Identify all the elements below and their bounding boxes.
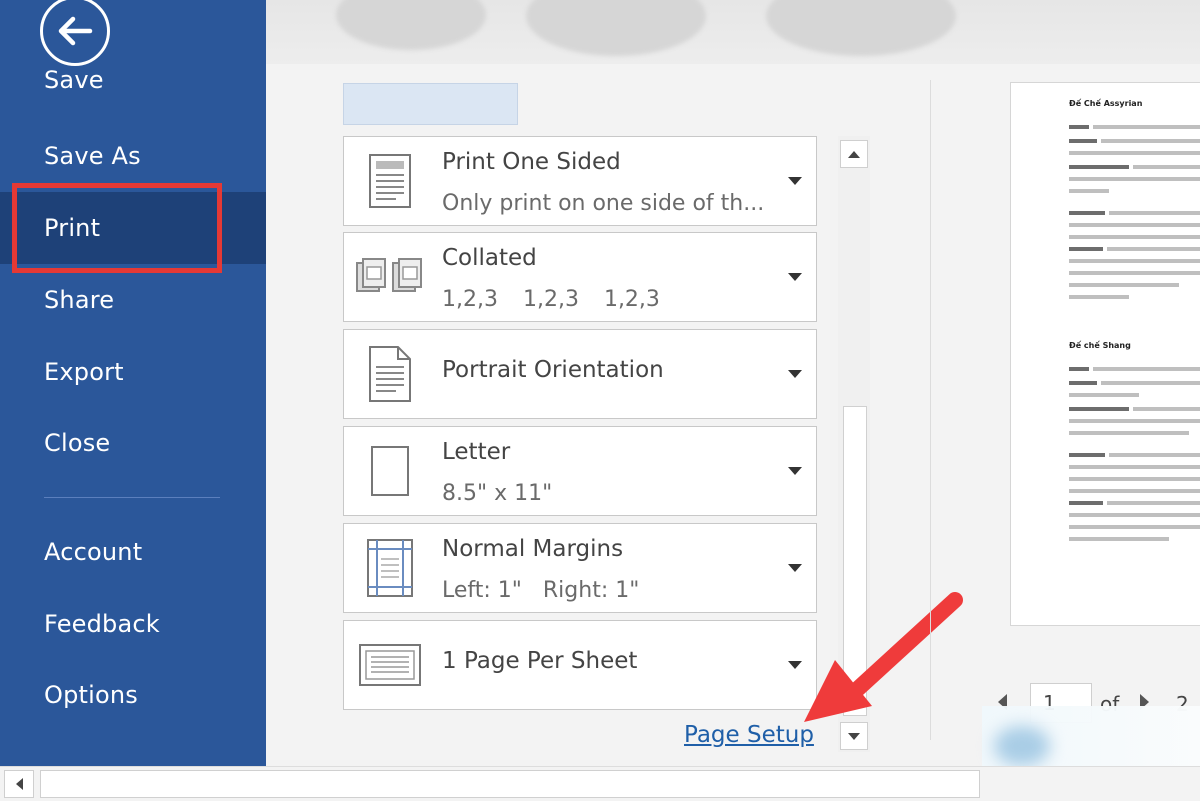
sidebar-item-options[interactable]: Options [0, 665, 266, 725]
setting-pages-per-sheet[interactable]: 1 Page Per Sheet [343, 620, 817, 710]
back-arrow-icon [58, 16, 93, 46]
sidebar-divider [44, 497, 220, 498]
sidebar-item-label: Options [44, 681, 139, 709]
setting-title: Collated [442, 245, 537, 271]
setting-title: Portrait Orientation [442, 357, 664, 383]
setting-subtitle: Only print on one side of th... [442, 191, 765, 216]
sidebar-item-account[interactable]: Account [0, 522, 266, 582]
sidebar-item-feedback[interactable]: Feedback [0, 594, 266, 654]
sidebar-item-label: Account [44, 538, 143, 566]
print-preview-page: Đế Chế Assyrian Đế chế Shang [1010, 82, 1200, 626]
scroll-up-button[interactable] [840, 140, 868, 168]
one-sided-page-icon [352, 149, 428, 213]
setting-subtitle: 8.5" x 11" [442, 481, 553, 506]
page-setup-link[interactable]: Page Setup [684, 722, 814, 748]
horizontal-scrollbar-thumb[interactable] [40, 770, 980, 798]
header-decoration [266, 0, 1200, 64]
setting-title: Letter [442, 439, 511, 465]
scrollbar-thumb[interactable] [843, 406, 867, 716]
scroll-down-button[interactable] [840, 722, 868, 750]
sidebar-item-label: Save [44, 66, 104, 94]
setting-collation[interactable]: Collated 1,2,3 1,2,3 1,2,3 [343, 232, 817, 322]
setting-paper-size[interactable]: Letter 8.5" x 11" [343, 426, 817, 516]
sidebar-item-label: Save As [44, 142, 141, 170]
sidebar-item-label: Close [44, 429, 111, 457]
chevron-down-icon[interactable] [788, 370, 802, 378]
sidebar-item-share[interactable]: Share [0, 270, 266, 330]
sidebar-item-label: Share [44, 286, 115, 314]
sidebar-item-print[interactable]: Print [0, 192, 266, 264]
sidebar-item-save[interactable]: Save [0, 56, 266, 96]
collated-pages-icon [352, 245, 428, 309]
setting-subtitle: Left: 1" Right: 1" [442, 578, 640, 603]
setting-margins[interactable]: Normal Margins Left: 1" Right: 1" [343, 523, 817, 613]
setting-title: Normal Margins [442, 536, 624, 562]
chevron-down-icon[interactable] [788, 177, 802, 185]
preview-heading: Đế Chế Assyrian [1069, 99, 1143, 108]
scroll-left-button[interactable] [4, 770, 34, 798]
margins-icon [352, 536, 428, 600]
preview-heading: Đế chế Shang [1069, 341, 1131, 350]
settings-fragment[interactable] [343, 83, 518, 125]
sidebar-item-label: Feedback [44, 610, 160, 638]
sidebar-item-close[interactable]: Close [0, 413, 266, 473]
setting-print-sides[interactable]: Print One Sided Only print on one side o… [343, 136, 817, 226]
sidebar-item-label: Export [44, 358, 124, 386]
chevron-down-icon[interactable] [788, 467, 802, 475]
chevron-up-icon [848, 150, 860, 158]
sidebar-item-save-as[interactable]: Save As [0, 126, 266, 186]
chevron-down-icon[interactable] [788, 273, 802, 281]
preview-divider [930, 80, 931, 740]
pages-per-sheet-icon [352, 633, 428, 697]
chevron-down-icon[interactable] [788, 564, 802, 572]
setting-title: Print One Sided [442, 149, 621, 175]
chevron-down-icon [848, 732, 860, 740]
setting-orientation[interactable]: Portrait Orientation [343, 329, 817, 419]
setting-subtitle: 1,2,3 1,2,3 1,2,3 [442, 287, 660, 312]
setting-title: 1 Page Per Sheet [442, 648, 638, 674]
chevron-down-icon[interactable] [788, 661, 802, 669]
sidebar-item-label: Print [44, 214, 101, 242]
sidebar-item-export[interactable]: Export [0, 342, 266, 402]
portrait-page-icon [352, 342, 428, 406]
chevron-left-icon [15, 778, 23, 790]
backstage-sidebar: Save Save As Print Share Export Close Ac… [0, 0, 266, 766]
letter-page-icon [352, 439, 428, 503]
